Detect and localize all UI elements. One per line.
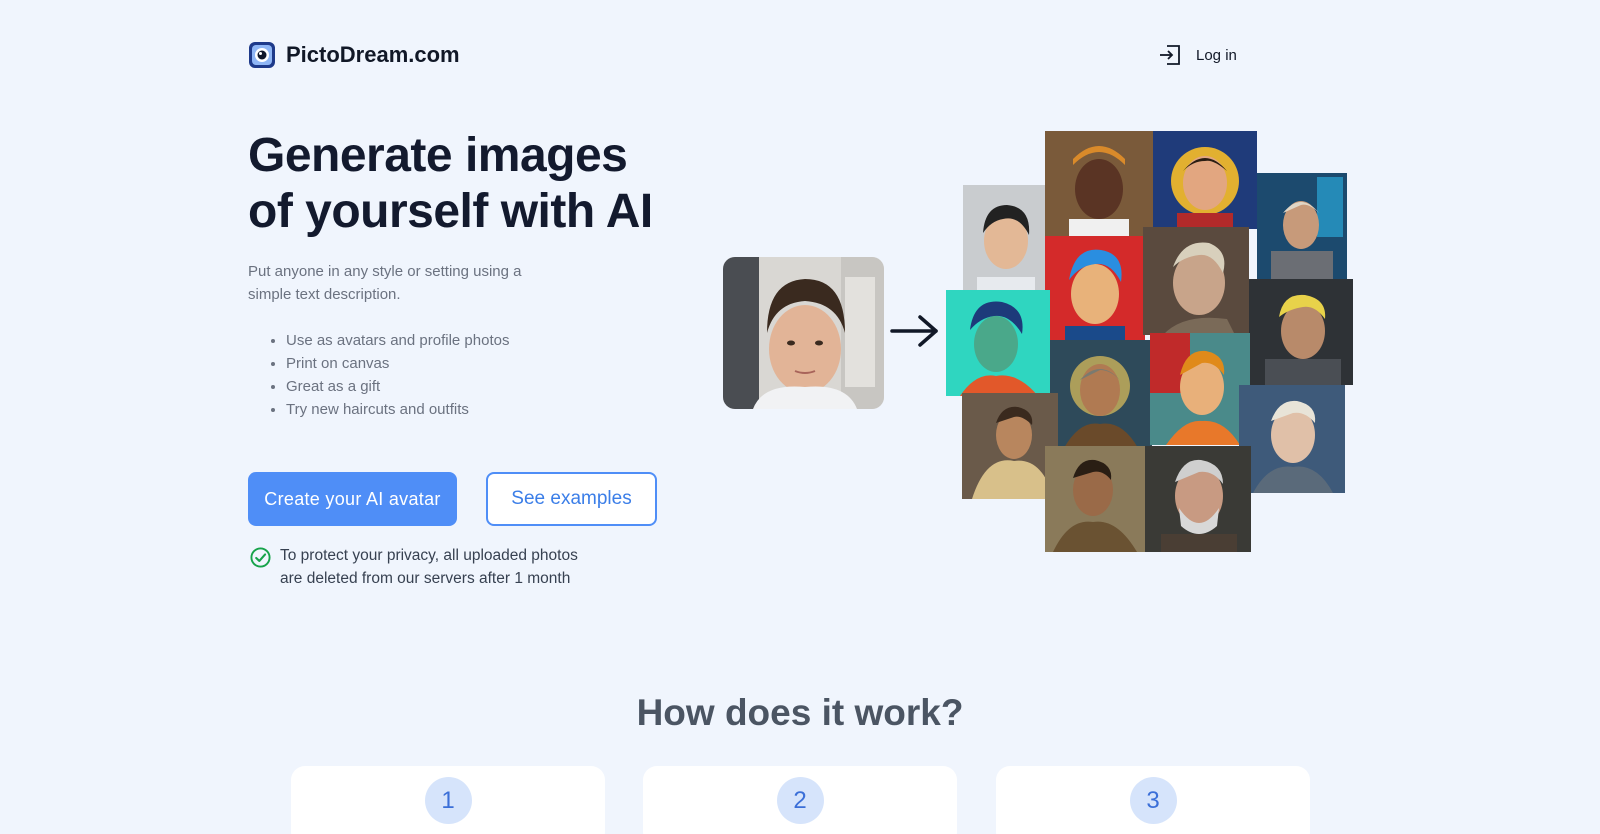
step-number: 2 bbox=[776, 777, 824, 824]
hero-title: Generate images of yourself with AI bbox=[248, 128, 688, 240]
privacy-text: To protect your privacy, all uploaded ph… bbox=[280, 544, 630, 590]
step-card: 1 bbox=[291, 766, 605, 834]
see-examples-button[interactable]: See examples bbox=[486, 472, 657, 526]
hero-title-line2: of yourself with AI bbox=[248, 185, 653, 238]
arrow-right-icon bbox=[890, 315, 938, 347]
login-link[interactable]: Log in bbox=[1158, 44, 1237, 66]
avatar-tile bbox=[1045, 236, 1145, 344]
step-card: 2 bbox=[643, 766, 957, 834]
feature-item: Use as avatars and profile photos bbox=[286, 329, 509, 352]
avatar-tile bbox=[1153, 131, 1257, 229]
avatar-tile bbox=[1257, 173, 1347, 279]
feature-list: Use as avatars and profile photos Print … bbox=[286, 329, 509, 421]
avatar-tile bbox=[1150, 333, 1250, 445]
avatar-tile bbox=[1045, 131, 1153, 239]
hero-subtitle-line2: simple text description. bbox=[248, 286, 401, 303]
privacy-line1: To protect your privacy, all uploaded ph… bbox=[280, 547, 578, 564]
step-number: 1 bbox=[424, 777, 472, 824]
check-circle-icon bbox=[250, 547, 271, 568]
feature-item: Print on canvas bbox=[286, 352, 509, 375]
avatar-tile bbox=[946, 290, 1050, 396]
avatar-tile bbox=[1249, 279, 1353, 385]
hero-subtitle: Put anyone in any style or setting using… bbox=[248, 260, 578, 306]
avatar-tile bbox=[1143, 227, 1249, 335]
privacy-line2: are deleted from our servers after 1 mon… bbox=[280, 570, 571, 587]
avatar-tile bbox=[1145, 446, 1251, 552]
hero-title-line1: Generate images bbox=[248, 129, 628, 182]
hero-subtitle-line1: Put anyone in any style or setting using… bbox=[248, 263, 522, 280]
avatar-tile bbox=[963, 185, 1049, 295]
feature-item: Great as a gift bbox=[286, 375, 509, 398]
step-card: 3 bbox=[996, 766, 1310, 834]
avatar-tile bbox=[1239, 385, 1345, 493]
privacy-note: To protect your privacy, all uploaded ph… bbox=[250, 544, 630, 590]
avatar-tile bbox=[1050, 340, 1152, 448]
create-avatar-button[interactable]: Create your AI avatar bbox=[248, 472, 457, 526]
landing-page: PictoDream.com Log in Generate images of… bbox=[0, 0, 1600, 834]
login-label: Log in bbox=[1196, 46, 1237, 64]
avatar-tile bbox=[1045, 446, 1145, 552]
feature-item: Try new haircuts and outfits bbox=[286, 398, 509, 421]
brand-name: PictoDream.com bbox=[286, 42, 460, 67]
brand-logo[interactable]: PictoDream.com bbox=[248, 41, 460, 69]
source-selfie-image bbox=[723, 257, 884, 409]
step-number: 3 bbox=[1129, 777, 1177, 824]
avatar-tile bbox=[962, 393, 1058, 499]
camera-lens-icon bbox=[249, 42, 275, 68]
login-icon bbox=[1160, 45, 1180, 65]
how-it-works-title: How does it work? bbox=[636, 692, 964, 733]
